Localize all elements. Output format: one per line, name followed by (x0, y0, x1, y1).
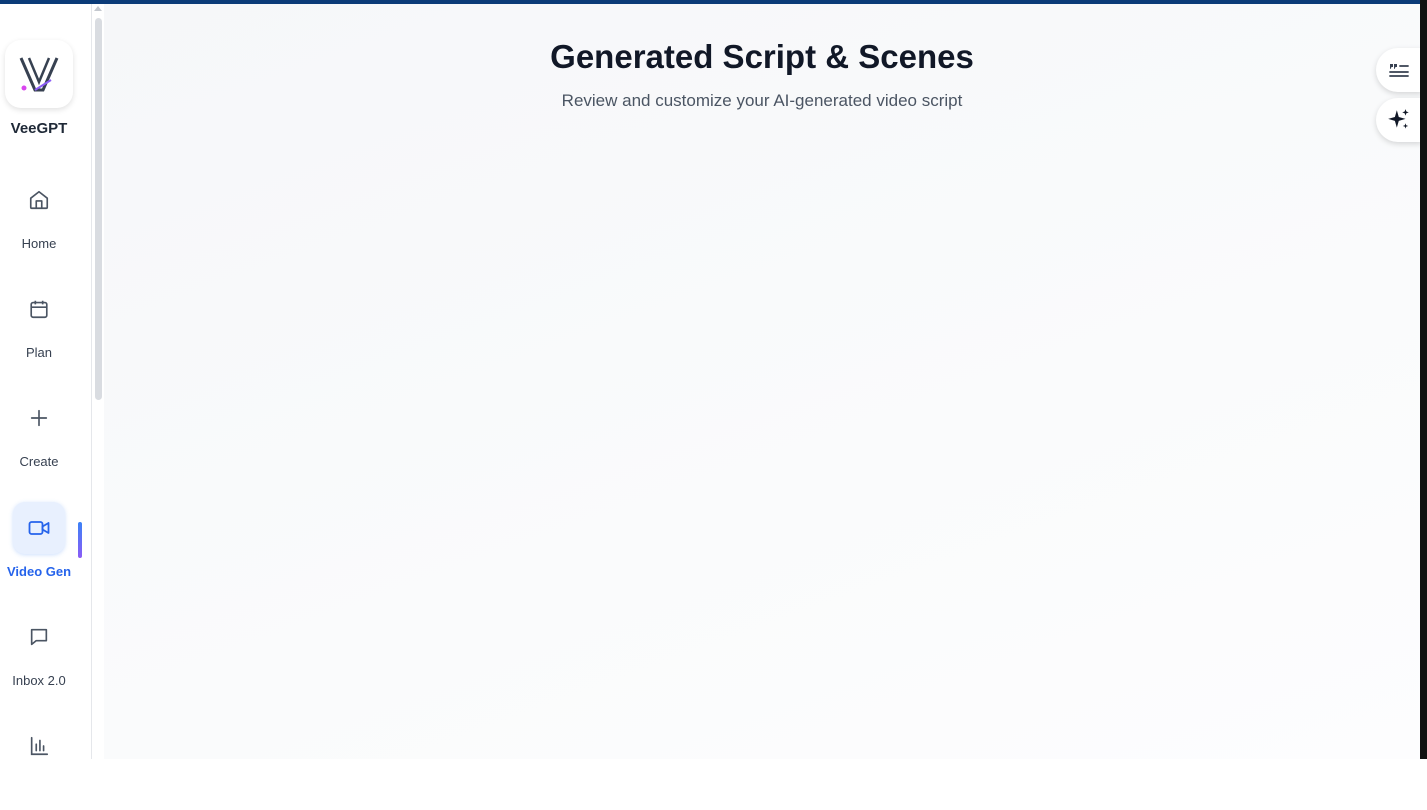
sidebar-item-label: Create (19, 454, 59, 469)
veegpt-logo-icon (19, 57, 59, 92)
scrollbar-thumb[interactable] (95, 18, 102, 400)
sidebar: VeeGPT Home Plan Create Video Gen Inbox … (0, 4, 92, 759)
sidebar-item-create[interactable]: Create (0, 392, 78, 482)
sparkles-icon (1388, 109, 1409, 129)
app-name: VeeGPT (10, 120, 68, 137)
sidebar-item-video-gen[interactable]: Video Gen (0, 502, 78, 592)
sidebar-item-inbox[interactable]: Inbox 2.0 (0, 611, 78, 701)
page-title: Generated Script & Scenes (550, 38, 974, 75)
sidebar-item-label: Inbox 2.0 (12, 673, 66, 688)
home-icon (13, 174, 65, 226)
bar-chart-icon (13, 720, 65, 772)
sidebar-item-label: Plan (25, 345, 53, 360)
scroll-up-arrow-icon[interactable] (94, 6, 102, 11)
sidebar-item-home[interactable]: Home (0, 174, 78, 264)
floating-notes-button[interactable] (1376, 48, 1422, 92)
calendar-icon (13, 283, 65, 335)
video-icon (13, 502, 65, 554)
quote-list-icon (1389, 64, 1409, 77)
sidebar-item-plan[interactable]: Plan (0, 283, 78, 373)
plus-icon (13, 392, 65, 444)
floating-ai-button[interactable] (1376, 98, 1422, 142)
main-content: Generated Script & Scenes Review and cus… (104, 4, 1420, 759)
window-edge (1420, 0, 1427, 759)
message-icon (13, 611, 65, 663)
sidebar-item-label: Video Gen (6, 564, 72, 579)
sidebar-scrollbar[interactable] (92, 4, 104, 759)
app-logo[interactable] (5, 40, 73, 108)
active-indicator (78, 522, 82, 558)
page-subtitle: Review and customize your AI-generated v… (561, 91, 963, 110)
sidebar-item-label: Home (21, 236, 57, 251)
sidebar-item-analytics[interactable] (0, 720, 78, 810)
